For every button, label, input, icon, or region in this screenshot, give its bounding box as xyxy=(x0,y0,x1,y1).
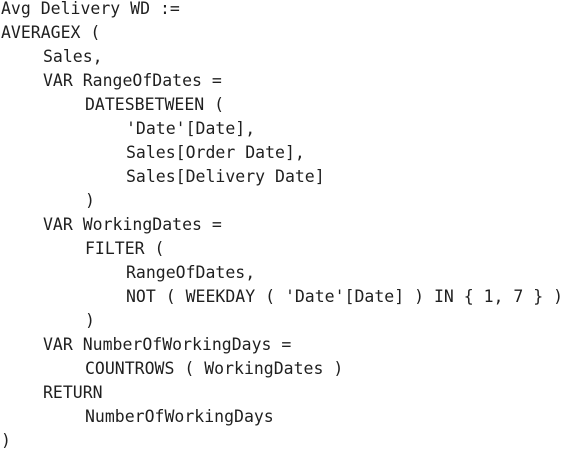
code-line-measure-name: Avg Delivery WD := xyxy=(1,0,180,18)
code-line-close-datesbetween: ) xyxy=(85,191,95,210)
code-line-date-column: 'Date'[Date], xyxy=(126,119,256,138)
code-line-return-value: NumberOfWorkingDays xyxy=(85,407,274,426)
code-line-countrows: COUNTROWS ( WorkingDates ) xyxy=(85,359,344,378)
code-line-return: RETURN xyxy=(43,383,103,402)
code-line-range-of-dates-arg: RangeOfDates, xyxy=(126,263,256,282)
code-line-delivery-date: Sales[Delivery Date] xyxy=(126,167,325,186)
code-line-close-filter: ) xyxy=(85,311,95,330)
code-line-averagex: AVERAGEX ( xyxy=(1,23,101,42)
code-line-var-number-of-working-days: VAR NumberOfWorkingDays = xyxy=(43,335,292,354)
code-line-sales-table: Sales, xyxy=(43,47,103,66)
dax-code-block: Avg Delivery WD := AVERAGEX ( Sales, VAR… xyxy=(0,0,578,450)
code-line-datesbetween: DATESBETWEEN ( xyxy=(85,95,225,114)
code-line-var-working-dates: VAR WorkingDates = xyxy=(43,215,222,234)
code-line-order-date: Sales[Order Date], xyxy=(126,143,305,162)
code-line-weekday-condition: NOT ( WEEKDAY ( 'Date'[Date] ) IN { 1, 7… xyxy=(126,287,564,306)
code-line-var-range-of-dates: VAR RangeOfDates = xyxy=(43,71,222,90)
code-line-filter: FILTER ( xyxy=(85,239,165,258)
code-line-close-averagex: ) xyxy=(1,431,11,450)
